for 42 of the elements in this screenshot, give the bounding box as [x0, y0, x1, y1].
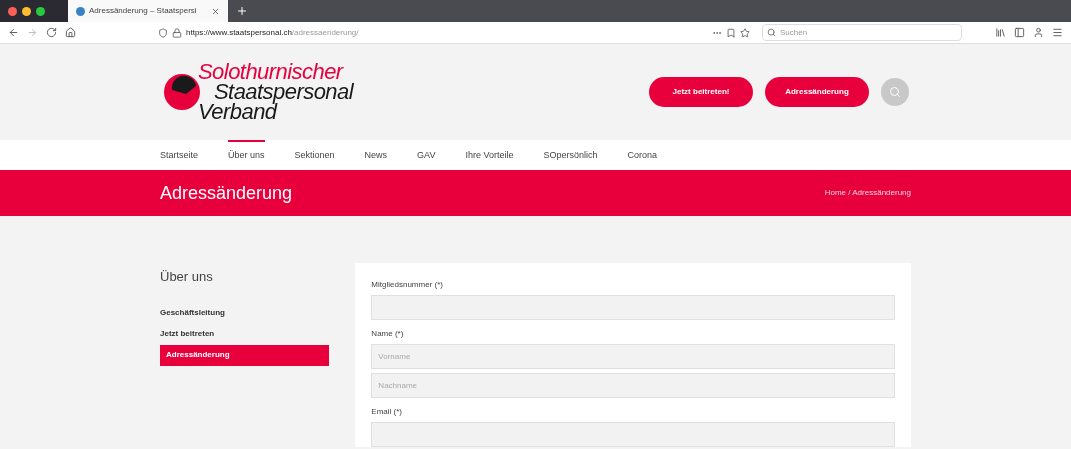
search-icon: [889, 86, 901, 98]
star-icon[interactable]: [740, 27, 750, 38]
nav-link[interactable]: SOpersönlich: [543, 140, 598, 170]
input-field[interactable]: [371, 422, 895, 447]
back-icon[interactable]: [8, 27, 19, 38]
sidebar-link[interactable]: Geschäftsleitung: [160, 302, 330, 324]
sidebar-link[interactable]: Jetzt beitreten: [160, 323, 330, 345]
menu-icon[interactable]: [1052, 27, 1063, 38]
input-field[interactable]: Nachname: [371, 373, 895, 398]
logo-text: Solothurnischer: [198, 62, 344, 82]
address-bar[interactable]: https://www.staatspersonal.ch/adressaenderung/: [154, 24, 754, 41]
nav-link[interactable]: Startseite: [160, 140, 199, 170]
input-field[interactable]: [371, 295, 895, 320]
field-label: Mitgliedsnummer (*): [371, 279, 444, 291]
field-label: Email (*): [371, 406, 404, 418]
input-field[interactable]: Vorname: [371, 344, 895, 369]
logo-text: Staatspersonal: [214, 82, 354, 102]
globe-icon: [76, 6, 85, 16]
nav-link[interactable]: News: [364, 140, 388, 170]
reload-icon[interactable]: [46, 27, 57, 38]
nav-link[interactable]: GAV: [417, 140, 436, 170]
account-icon[interactable]: [1033, 27, 1044, 38]
shield-icon: [158, 27, 168, 38]
close-tab-icon[interactable]: [211, 6, 220, 16]
library-icon[interactable]: [995, 27, 1006, 38]
new-tab-icon[interactable]: [236, 5, 248, 17]
home-icon[interactable]: [65, 27, 76, 38]
search-icon: [767, 28, 776, 37]
logo-text: Verband: [198, 102, 278, 122]
nav-link[interactable]: Corona: [627, 140, 658, 170]
nav-link[interactable]: Sektionen: [294, 140, 335, 170]
browser-tab[interactable]: Adressänderung – Staatspersi: [68, 0, 228, 22]
field-label: Name (*): [371, 328, 405, 340]
header-button[interactable]: Adressänderung: [765, 77, 869, 107]
page-title: Adressänderung: [160, 181, 293, 205]
sidebar-title: Über uns: [160, 268, 214, 286]
sidebar-icon[interactable]: [1014, 27, 1025, 38]
breadcrumb: Home / Adressänderung: [824, 187, 911, 199]
nav-link[interactable]: Ihre Vorteile: [465, 140, 514, 170]
lock-icon: [172, 27, 182, 38]
sidebar-link[interactable]: Adressänderung: [160, 344, 330, 366]
header-button[interactable]: Jetzt beitreten!: [649, 77, 753, 107]
